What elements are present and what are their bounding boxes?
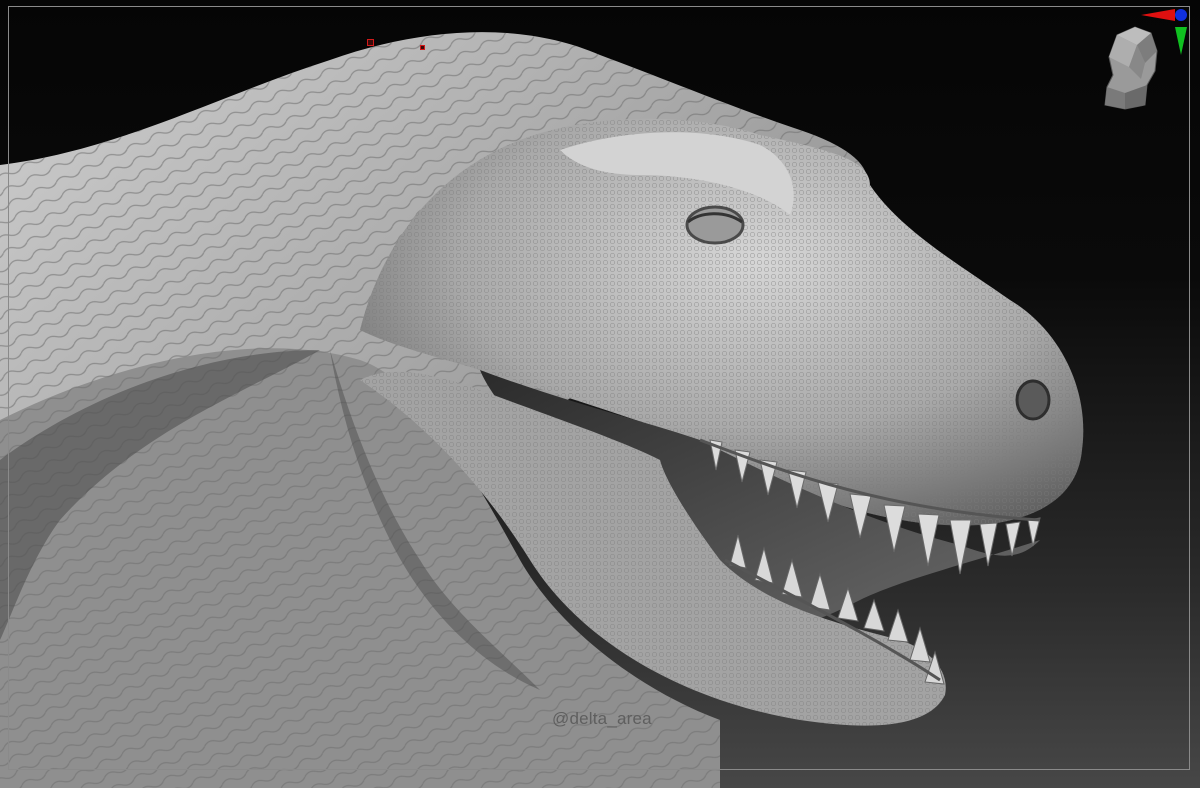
trex-sculpt-model[interactable]: [0, 0, 1200, 788]
sculpt-point-marker: [420, 45, 425, 50]
x-axis-arrow-icon: [1141, 9, 1175, 21]
sculpt-viewport[interactable]: @delta_area: [0, 0, 1200, 788]
y-axis-arrow-icon: [1175, 27, 1187, 55]
watermark-text: @delta_area: [552, 709, 652, 728]
navigation-gizmo[interactable]: [1095, 5, 1195, 115]
nostril: [1015, 379, 1051, 421]
head-orientation-icon: [1104, 26, 1158, 110]
z-axis-handle-icon: [1175, 9, 1187, 21]
sculpt-point-marker: [367, 39, 374, 46]
